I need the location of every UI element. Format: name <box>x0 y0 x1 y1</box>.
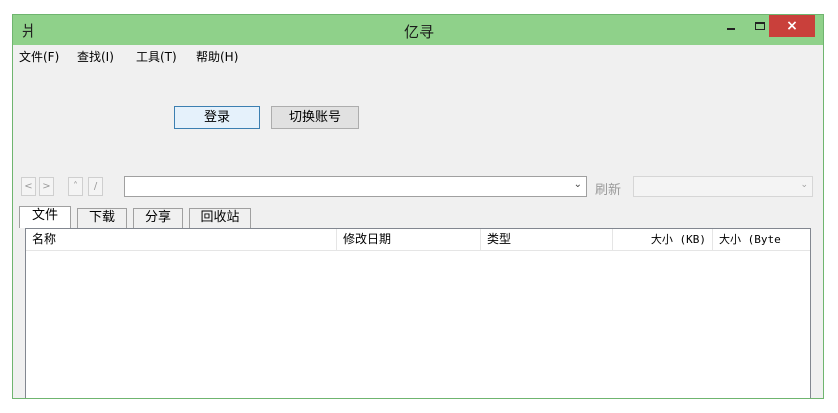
file-list[interactable]: 名称 修改日期 类型 大小 (KB) 大小 (Byte <box>25 228 811 398</box>
secondary-combobox[interactable]: ⌄ <box>633 176 813 197</box>
title-bar[interactable]: 爿 亿寻 × <box>13 15 823 45</box>
tab-files[interactable]: 文件 <box>19 206 71 228</box>
refresh-button[interactable]: 刷新 <box>595 179 621 198</box>
tab-downloads[interactable]: 下载 <box>77 208 127 228</box>
navigation-bar: < > ˄ / ⌄ 刷新 ⌄ <box>13 176 823 198</box>
close-button[interactable]: × <box>769 15 815 37</box>
up-button[interactable]: ˄ <box>68 177 83 196</box>
forward-button[interactable]: > <box>39 177 54 196</box>
column-size-kb[interactable]: 大小 (KB) <box>613 229 713 251</box>
maximize-icon <box>755 22 765 30</box>
tab-recycle-bin[interactable]: 回收站 <box>189 208 251 228</box>
path-combobox[interactable]: ⌄ <box>124 176 587 197</box>
menu-file[interactable]: 文件(F) <box>19 48 59 65</box>
minimize-icon <box>727 28 735 30</box>
close-icon: × <box>786 18 798 34</box>
column-modified-date[interactable]: 修改日期 <box>337 229 481 251</box>
column-size-bytes[interactable]: 大小 (Byte <box>713 229 810 251</box>
tab-shares[interactable]: 分享 <box>133 208 183 228</box>
login-button[interactable]: 登录 <box>174 106 260 129</box>
root-button[interactable]: / <box>88 177 103 196</box>
menu-find[interactable]: 查找(I) <box>77 48 114 65</box>
menu-tools[interactable]: 工具(T) <box>136 48 177 65</box>
tab-strip: 文件 下载 分享 回收站 <box>13 206 823 228</box>
column-name[interactable]: 名称 <box>26 229 337 251</box>
menu-bar: 文件(F) 查找(I) 工具(T) 帮助(H) <box>13 45 823 67</box>
chevron-down-icon[interactable]: ⌄ <box>574 179 582 190</box>
window-title: 亿寻 <box>403 23 434 41</box>
column-type[interactable]: 类型 <box>481 229 613 251</box>
app-window: 爿 亿寻 × 文件(F) 查找(I) 工具(T) 帮助(H) 登录 切换账号 <… <box>12 14 824 399</box>
switch-account-button[interactable]: 切换账号 <box>271 106 359 129</box>
minimize-button[interactable] <box>718 15 744 37</box>
list-column-header: 名称 修改日期 类型 大小 (KB) 大小 (Byte <box>26 229 810 251</box>
back-button[interactable]: < <box>21 177 36 196</box>
chevron-down-icon[interactable]: ⌄ <box>800 180 808 190</box>
menu-help[interactable]: 帮助(H) <box>196 48 238 65</box>
